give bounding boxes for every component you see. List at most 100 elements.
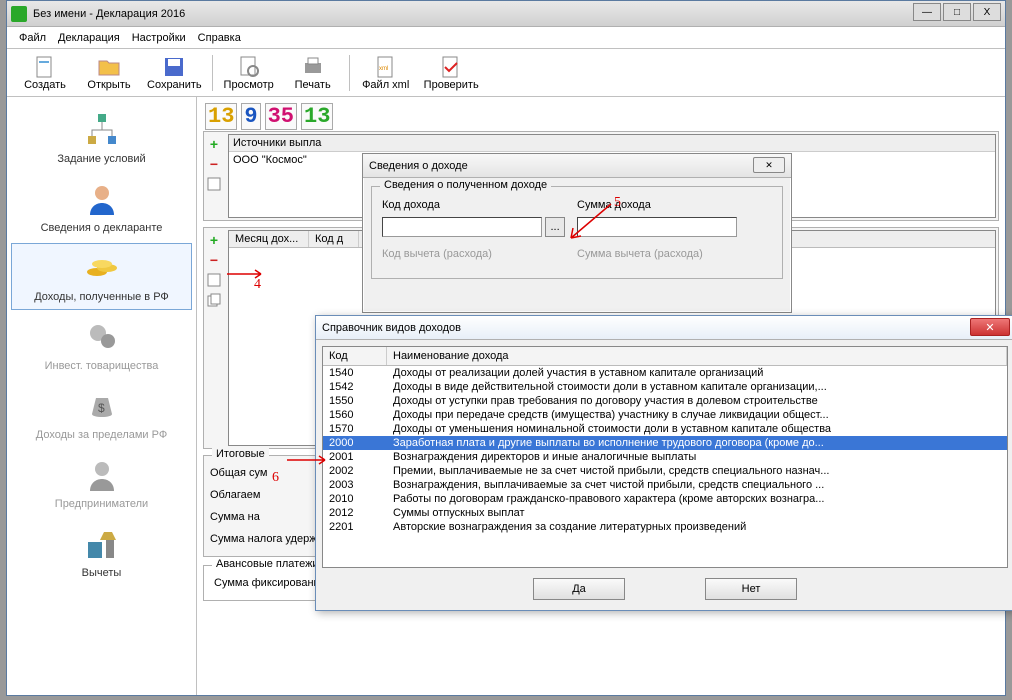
ref-row-code: 2012 [329,507,393,519]
menu-settings[interactable]: Настройки [132,32,186,44]
sidebar-conditions-label: Задание условий [14,153,189,165]
ref-row[interactable]: 1542Доходы в виде действительной стоимос… [323,380,1007,394]
app-icon [11,6,27,22]
sidebar-item-declarant[interactable]: Сведения о декларанте [11,174,192,241]
ref-row[interactable]: 1560Доходы при передаче средств (имущест… [323,408,1007,422]
income-info-dialog: Сведения о доходе ✕ Сведения о полученно… [362,153,792,313]
menu-file[interactable]: Файл [19,32,46,44]
ref-row[interactable]: 2001Вознаграждения директоров и иные ана… [323,450,1007,464]
minimize-button[interactable]: — [913,3,941,21]
sidebar-entrepreneur-label: Предприниматели [14,498,189,510]
sidebar-income-rf-label: Доходы, полученные в РФ [14,291,189,303]
tb-save[interactable]: Сохранить [141,53,208,93]
deduction-sum-label: Сумма вычета (расхода) [577,248,772,260]
tb-check[interactable]: Проверить [418,53,485,93]
ref-row-code: 2201 [329,521,393,533]
ref-row[interactable]: 2201Авторские вознаграждения за создание… [323,520,1007,534]
rate-35[interactable]: 35 [265,103,297,130]
remove-month-button[interactable]: − [206,252,222,268]
ref-row[interactable]: 1550Доходы от уступки прав требования по… [323,394,1007,408]
xml-file-icon: xml [374,55,398,79]
ref-row-name: Авторские вознаграждения за создание лит… [393,521,1001,533]
income-sum-field[interactable] [577,217,737,237]
sidebar-item-income-rf[interactable]: Доходы, полученные в РФ [11,243,192,310]
folder-open-icon [97,55,121,79]
tb-xml-label: Файл xml [362,79,409,91]
income-code-lookup-button[interactable]: ... [545,217,565,237]
tb-check-label: Проверить [424,79,479,91]
sidebar: Задание условий Сведения о декларанте До… [7,97,197,695]
dlg2-title: Справочник видов доходов [322,322,461,334]
ref-col-name: Наименование дохода [387,347,1007,365]
dlg1-close-button[interactable]: ✕ [753,157,785,173]
dlg2-cancel-button[interactable]: Нет [705,578,797,600]
print-icon [301,55,325,79]
annotation-4: 4 [254,277,261,293]
tb-xml[interactable]: xml Файл xml [354,53,418,93]
dlg2-ok-button[interactable]: Да [533,578,625,600]
sidebar-item-invest[interactable]: Инвест. товарищества [11,312,192,379]
ref-row[interactable]: 1540Доходы от реализации долей участия в… [323,366,1007,380]
remove-source-button[interactable]: − [206,156,222,172]
ref-row[interactable]: 2012Суммы отпускных выплат [323,506,1007,520]
menu-declaration[interactable]: Декларация [58,32,120,44]
dlg1-title: Сведения о доходе [369,160,468,172]
ref-row-name: Работы по договорам гражданско-правового… [393,493,1001,505]
sidebar-item-income-abroad[interactable]: $ Доходы за пределами РФ [11,381,192,448]
rate-13-yellow[interactable]: 13 [205,103,237,130]
ref-row-code: 2001 [329,451,393,463]
dlg2-close-button[interactable]: ✕ [970,318,1010,336]
close-button[interactable]: X [973,3,1001,21]
tb-open[interactable]: Открыть [77,53,141,93]
person-icon [84,181,120,217]
dlg1-group-label: Сведения о полученном доходе [380,179,551,191]
tax-rate-tabs: 13 9 35 13 [203,101,999,131]
entrepreneur-icon [84,457,120,493]
income-types-reference-dialog: Справочник видов доходов ✕ Код Наименова… [315,315,1012,611]
rate-9[interactable]: 9 [241,103,260,130]
money-bag-icon: $ [84,388,120,424]
copy-month-button[interactable] [206,292,222,308]
window-title: Без имени - Декларация 2016 [33,8,185,20]
dlg1-titlebar: Сведения о доходе ✕ [363,154,791,178]
sidebar-item-entrepreneur[interactable]: Предприниматели [11,450,192,517]
income-code-field[interactable] [382,217,542,237]
ref-row[interactable]: 2010Работы по договорам гражданско-право… [323,492,1007,506]
tb-create[interactable]: Создать [13,53,77,93]
sidebar-declarant-label: Сведения о декларанте [14,222,189,234]
menu-help[interactable]: Справка [198,32,241,44]
ref-row-name: Доходы от уменьшения номинальной стоимос… [393,423,1001,435]
ref-row-code: 2000 [329,437,393,449]
edit-month-button[interactable] [206,272,222,288]
ref-row-name: Суммы отпускных выплат [393,507,1001,519]
sidebar-deductions-label: Вычеты [14,567,189,579]
ref-row-name: Заработная плата и другие выплаты во исп… [393,437,1001,449]
sidebar-item-deductions[interactable]: Вычеты [11,519,192,586]
ref-row-name: Доходы при передаче средств (имущества) … [393,409,1001,421]
tb-print[interactable]: Печать [281,53,345,93]
ref-row-name: Премии, выплачиваемые не за счет чистой … [393,465,1001,477]
coins-icon [84,250,120,286]
ref-col-code: Код [323,347,387,365]
add-month-button[interactable]: + [206,232,222,248]
ref-row-code: 1540 [329,367,393,379]
sidebar-invest-label: Инвест. товарищества [14,360,189,372]
ref-row[interactable]: 2002Премии, выплачиваемые не за счет чис… [323,464,1007,478]
svg-text:xml: xml [379,66,388,72]
deductions-icon [84,526,120,562]
ref-row[interactable]: 2000Заработная плата и другие выплаты во… [323,436,1007,450]
ref-row[interactable]: 2003Вознаграждения, выплачиваемые за сче… [323,478,1007,492]
reference-list[interactable]: Код Наименование дохода 1540Доходы от ре… [322,346,1008,568]
edit-source-button[interactable] [206,176,222,192]
ref-row-name: Доходы от реализации долей участия в уст… [393,367,1001,379]
ref-row-code: 1550 [329,395,393,407]
totals-legend: Итоговые [212,448,269,460]
tb-preview[interactable]: Просмотр [217,53,281,93]
annotation-5: 5 [614,195,621,211]
ref-row[interactable]: 1570Доходы от уменьшения номинальной сто… [323,422,1007,436]
add-source-button[interactable]: + [206,136,222,152]
ref-row-name: Доходы от уступки прав требования по дог… [393,395,1001,407]
sidebar-item-conditions[interactable]: Задание условий [11,105,192,172]
rate-13-green[interactable]: 13 [301,103,333,130]
maximize-button[interactable]: □ [943,3,971,21]
